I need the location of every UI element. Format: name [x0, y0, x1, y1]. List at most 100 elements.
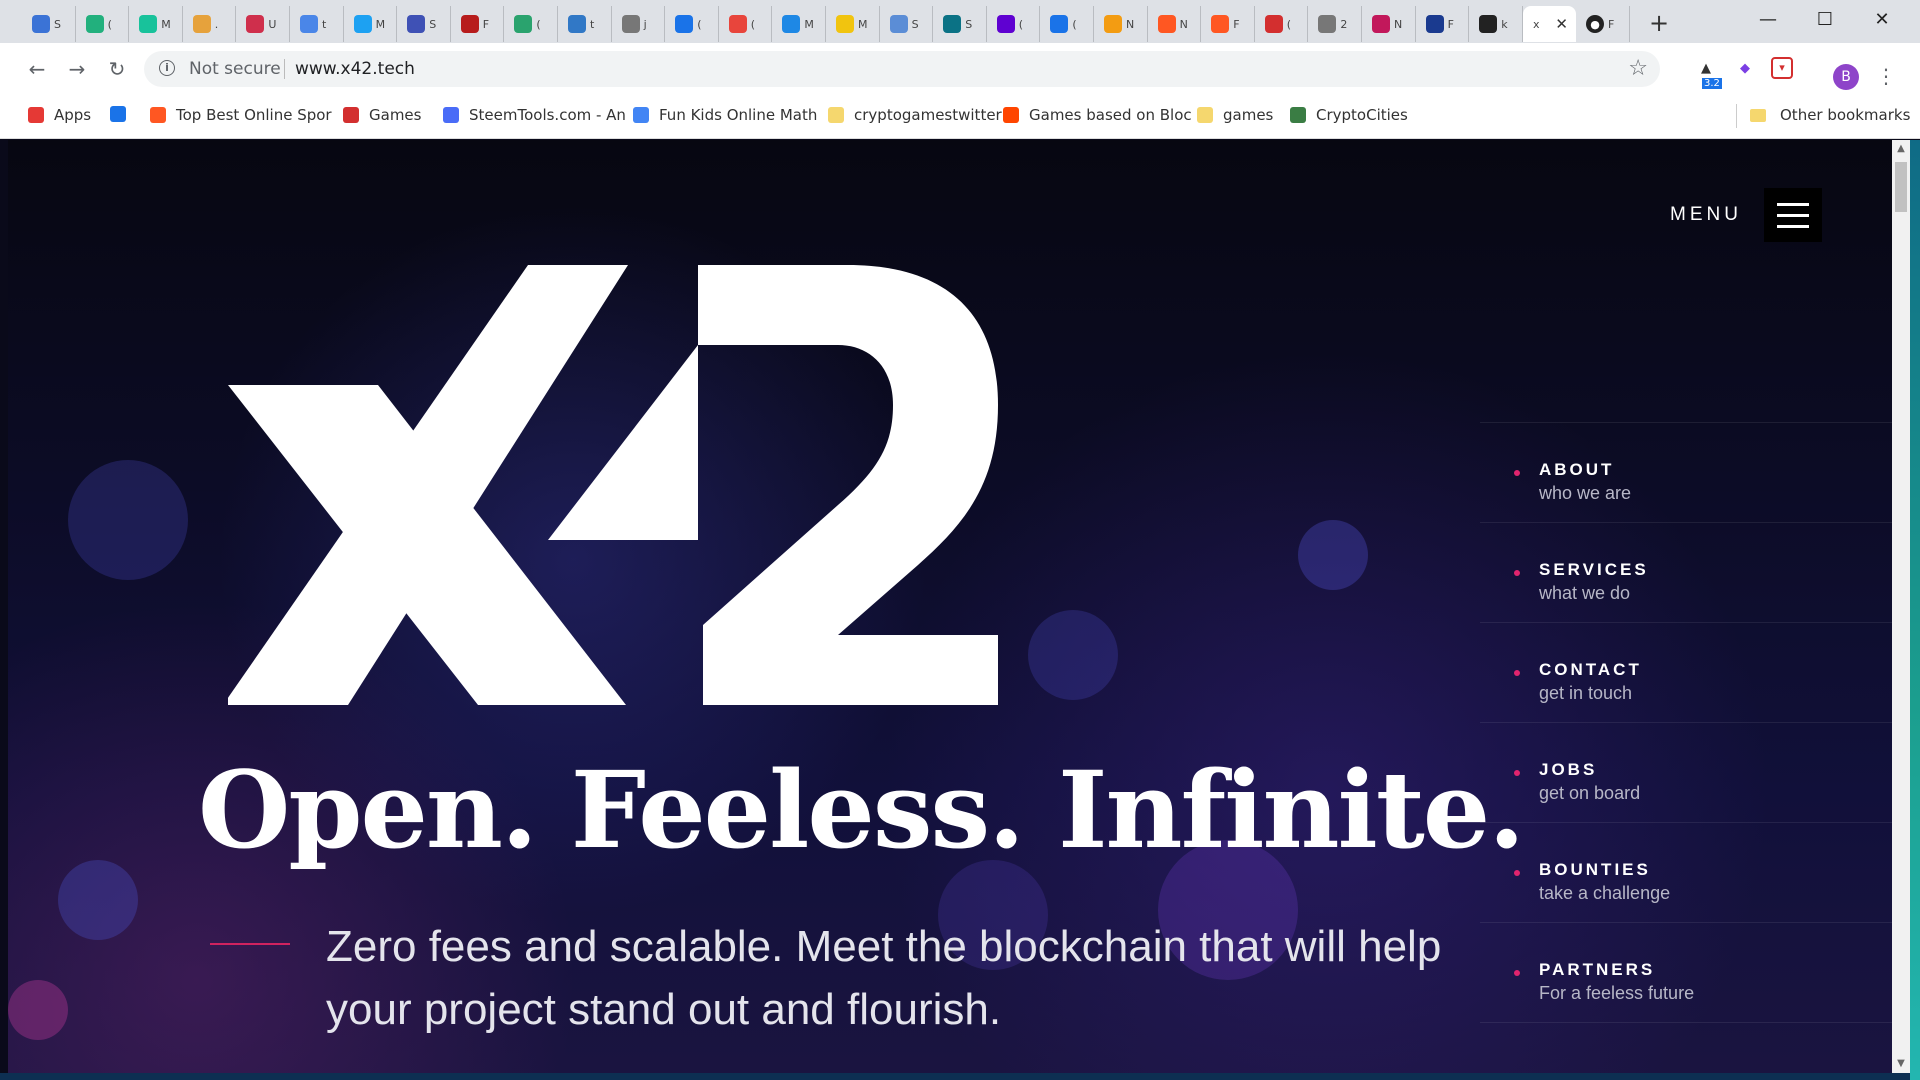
bookmark-item[interactable]: SteemTools.com - An: [443, 106, 626, 124]
forward-button[interactable]: →: [63, 55, 91, 83]
minimize-button[interactable]: —: [1740, 0, 1796, 40]
extension-gem-icon[interactable]: ◆: [1733, 57, 1757, 81]
side-nav-item-about[interactable]: ABOUT who we are: [1480, 422, 1892, 522]
tab[interactable]: N: [1148, 6, 1202, 42]
hamburger-icon[interactable]: [1763, 188, 1822, 242]
tab[interactable]: S: [933, 6, 987, 42]
side-nav-item-contact[interactable]: CONTACT get in touch: [1480, 622, 1892, 722]
tab-favicon-icon: [728, 15, 747, 33]
tab[interactable]: S: [22, 6, 76, 42]
url-separator: [284, 59, 285, 79]
side-nav-title[interactable]: SERVICES: [1539, 560, 1649, 580]
side-nav-title[interactable]: PARTNERS: [1539, 960, 1655, 980]
tab[interactable]: M: [344, 6, 398, 42]
tab[interactable]: (: [76, 6, 130, 42]
tab[interactable]: S: [880, 6, 934, 42]
other-bookmarks-label: Other bookmarks: [1780, 106, 1911, 124]
bokeh-light: [8, 980, 68, 1040]
nav-bullet-icon: [1514, 770, 1520, 776]
bookmark-item[interactable]: Fun Kids Online Math: [633, 106, 817, 124]
tab[interactable]: 2: [1308, 6, 1362, 42]
close-tab-icon[interactable]: ✕: [1555, 15, 1568, 33]
maximize-button[interactable]: ☐: [1797, 0, 1853, 40]
bookmark-item[interactable]: Games based on Bloc: [1003, 106, 1192, 124]
other-bookmarks[interactable]: Other bookmarks: [1750, 106, 1910, 124]
tab[interactable]: .: [183, 6, 237, 42]
tab[interactable]: F: [451, 6, 505, 42]
tab[interactable]: (: [1040, 6, 1094, 42]
bookmark-item[interactable]: [110, 106, 136, 122]
menu-label[interactable]: MENU: [1670, 204, 1742, 226]
page-scrollbar[interactable]: ▲ ▼: [1892, 140, 1910, 1073]
side-nav-title[interactable]: CONTACT: [1539, 660, 1642, 680]
back-button[interactable]: ←: [23, 55, 51, 83]
tab[interactable]: t: [290, 6, 344, 42]
side-nav-divider: [1480, 1022, 1892, 1023]
tab[interactable]: (: [504, 6, 558, 42]
side-nav-title[interactable]: JOBS: [1539, 760, 1597, 780]
bookmark-item[interactable]: CryptoCities: [1290, 106, 1408, 124]
side-nav-title[interactable]: ABOUT: [1539, 460, 1614, 480]
tab[interactable]: (: [665, 6, 719, 42]
tab-favicon-icon: [1479, 15, 1498, 33]
tab[interactable]: S: [397, 6, 451, 42]
profile-avatar[interactable]: B: [1833, 64, 1859, 90]
tab-label: t: [590, 17, 595, 31]
tab-favicon-icon: [1104, 15, 1122, 33]
side-nav-item-bounties[interactable]: BOUNTIES take a challenge: [1480, 822, 1892, 922]
tab[interactable]: M: [826, 6, 880, 42]
reload-button[interactable]: ↻: [103, 55, 131, 83]
new-tab-button[interactable]: +: [1645, 10, 1673, 38]
bookmark-item[interactable]: Apps: [28, 106, 91, 124]
security-label[interactable]: Not secure: [189, 59, 281, 79]
url-text[interactable]: www.x42.tech: [295, 59, 415, 79]
scroll-down-icon[interactable]: ▼: [1892, 1055, 1910, 1073]
scroll-thumb[interactable]: [1895, 162, 1907, 212]
tab[interactable]: U: [236, 6, 290, 42]
logo-two: [698, 265, 998, 705]
bookmark-item[interactable]: Games: [343, 106, 421, 124]
tab[interactable]: M: [129, 6, 183, 42]
bookmark-item[interactable]: cryptogamestwitter: [828, 106, 1002, 124]
tab-label: S: [965, 17, 973, 31]
bookmark-favicon-icon: [28, 107, 44, 123]
menu-toggle[interactable]: MENU: [1670, 188, 1822, 242]
tab[interactable]: (: [719, 6, 773, 42]
tab[interactable]: M: [772, 6, 826, 42]
tab[interactable]: (: [987, 6, 1041, 42]
tab-favicon-icon: [246, 15, 265, 33]
tab-active[interactable]: x ✕: [1523, 6, 1576, 42]
tab-favicon-icon: [1211, 15, 1230, 33]
tab[interactable]: j: [612, 6, 666, 42]
tab[interactable]: t: [558, 6, 612, 42]
side-nav-item-jobs[interactable]: JOBS get on board: [1480, 722, 1892, 822]
bokeh-light: [1028, 610, 1118, 700]
side-nav-item-partners[interactable]: PARTNERS For a feeless future: [1480, 922, 1892, 1022]
tab[interactable]: F: [1201, 6, 1255, 42]
tab[interactable]: k: [1469, 6, 1523, 42]
bookmark-favicon-icon: [1197, 107, 1213, 123]
x42-logo: [228, 265, 998, 705]
tab[interactable]: N: [1094, 6, 1148, 42]
tab-favicon-icon: [1425, 15, 1444, 33]
tab-github[interactable]: ● F: [1576, 6, 1630, 42]
scroll-up-icon[interactable]: ▲: [1892, 140, 1910, 158]
extension-pocket-icon[interactable]: ▾: [1771, 57, 1793, 79]
tab-favicon-icon: [836, 15, 854, 33]
tab[interactable]: (: [1255, 6, 1309, 42]
tab[interactable]: F: [1416, 6, 1470, 42]
bokeh-light: [1298, 520, 1368, 590]
tab[interactable]: N: [1362, 6, 1416, 42]
bookmark-star-icon[interactable]: ☆: [1628, 56, 1648, 81]
bookmark-item[interactable]: games: [1197, 106, 1273, 124]
tab-label: S: [429, 17, 437, 31]
info-icon[interactable]: i: [159, 60, 175, 76]
side-navigation: ABOUT who we are SERVICES what we do CONTACT…: [1480, 422, 1892, 1023]
close-window-button[interactable]: ✕: [1854, 0, 1910, 40]
side-nav-item-services[interactable]: SERVICES what we do: [1480, 522, 1892, 622]
bookmark-item[interactable]: Top Best Online Spor: [150, 106, 332, 124]
side-nav-title[interactable]: BOUNTIES: [1539, 860, 1651, 880]
browser-menu-icon[interactable]: ⋮: [1876, 60, 1896, 92]
tab-favicon-icon: [353, 15, 372, 33]
omnibox[interactable]: i Not secure www.x42.tech ☆: [144, 51, 1660, 87]
